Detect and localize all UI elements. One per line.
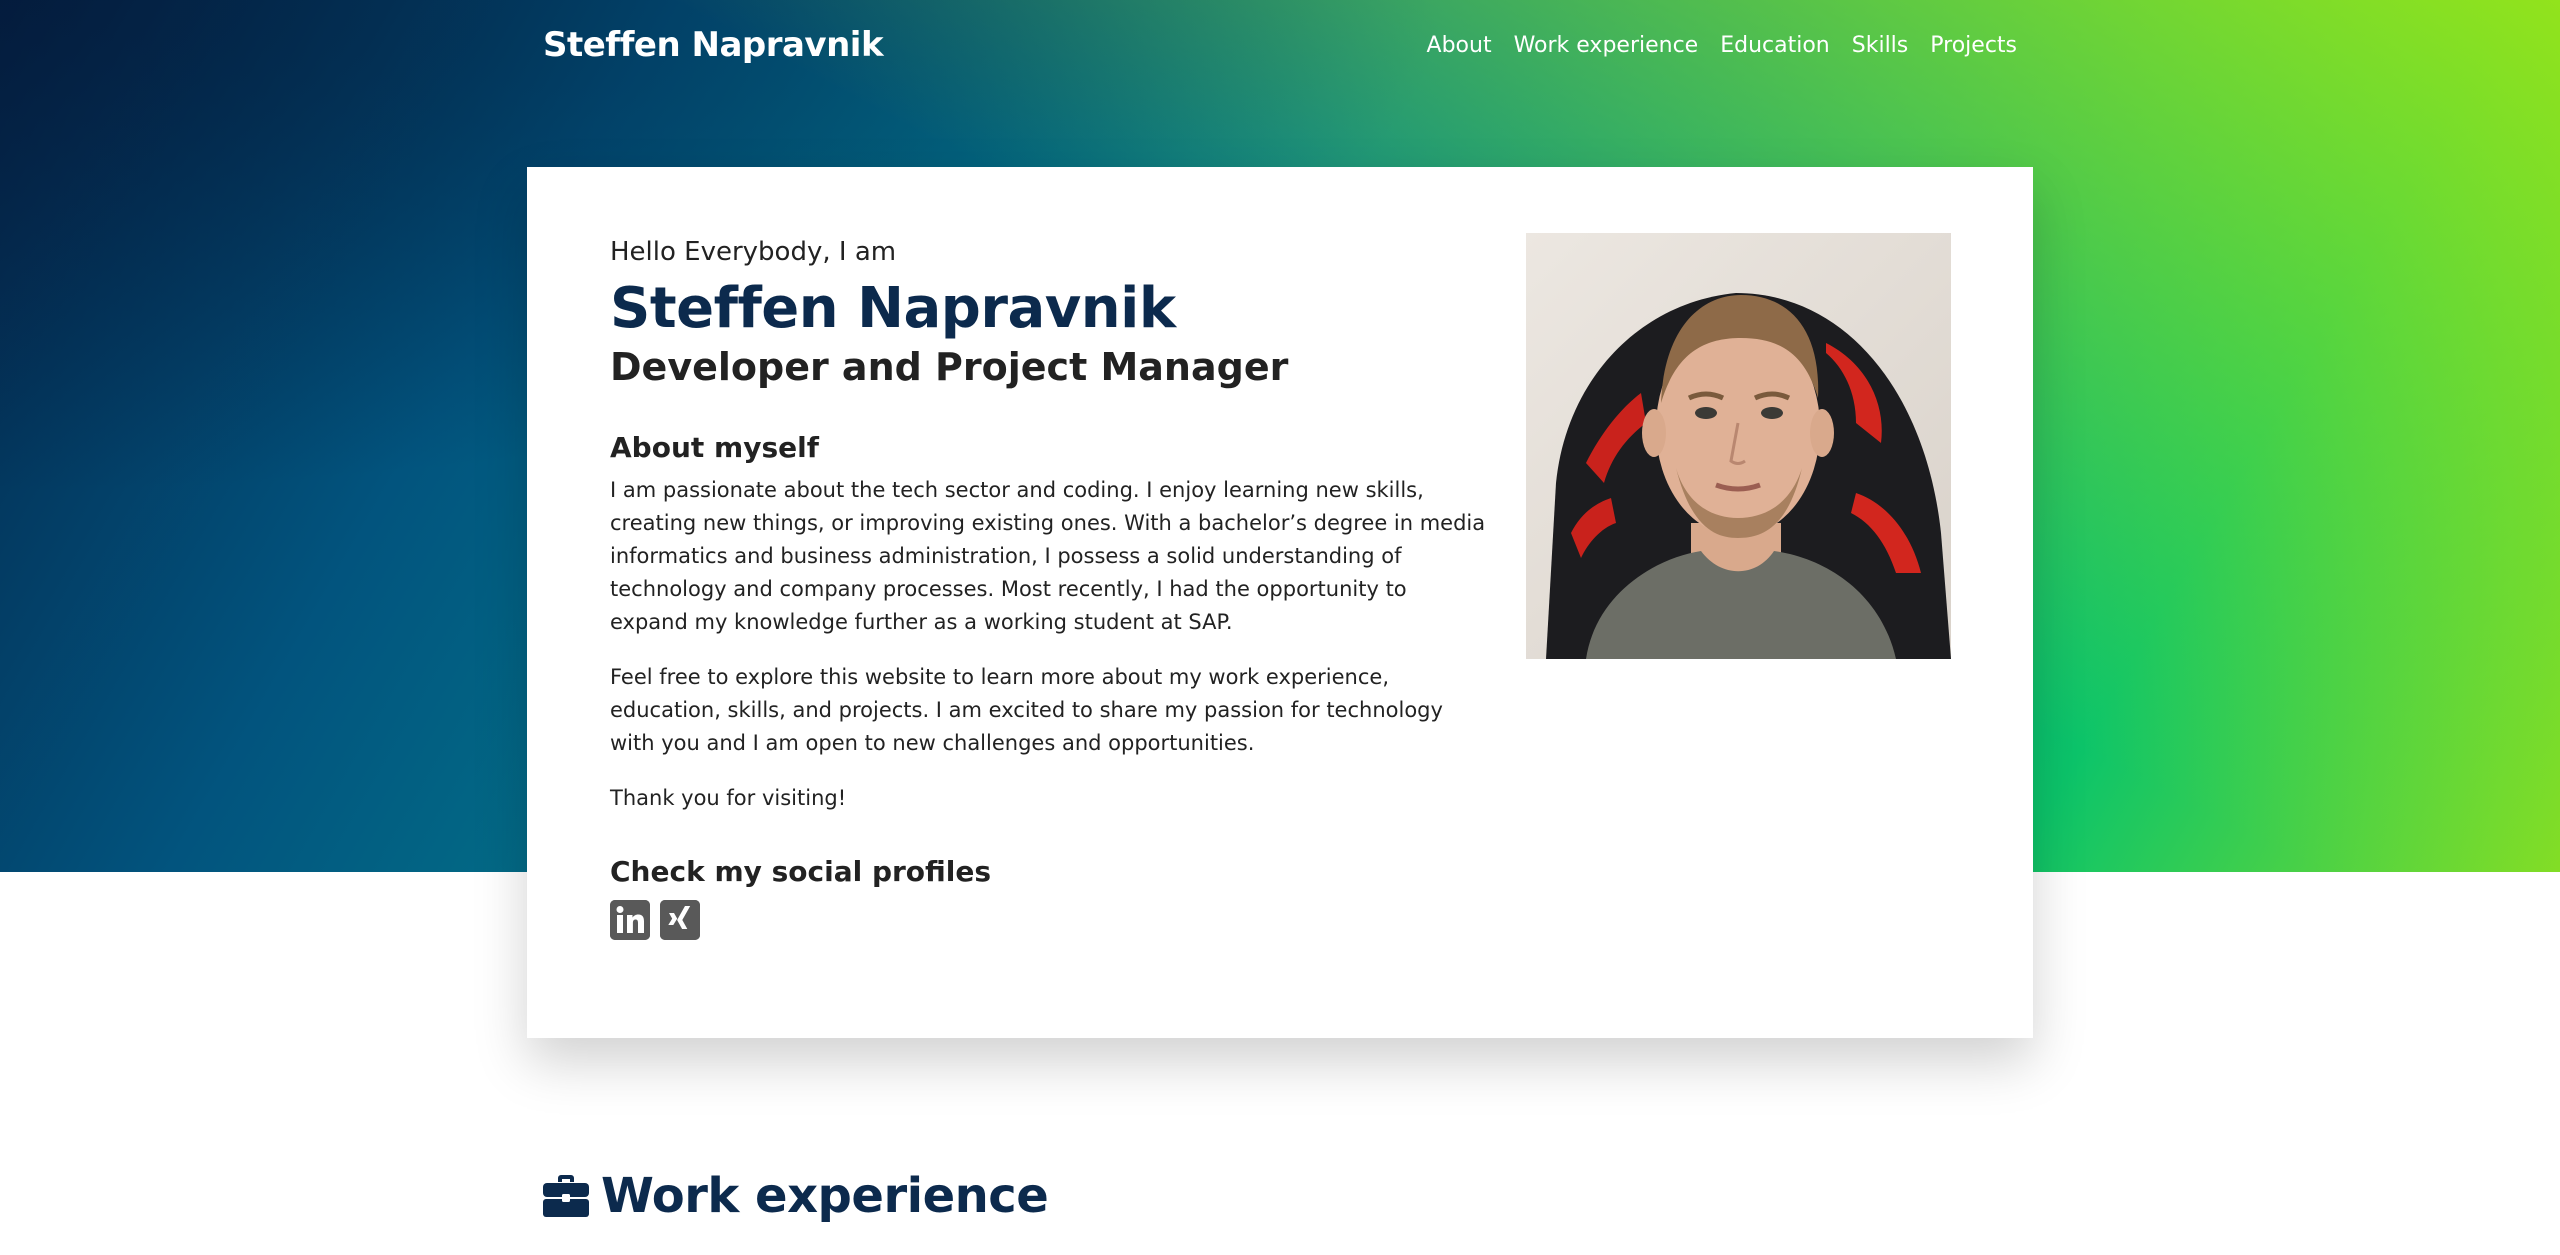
nav-link-skills[interactable]: Skills xyxy=(1841,33,1920,58)
work-experience-heading: Work experience xyxy=(601,1168,1049,1224)
page-title: Steffen Napravnik xyxy=(610,276,1176,341)
about-heading: About myself xyxy=(610,430,819,464)
about-paragraph: I am passionate about the tech sector an… xyxy=(610,477,1486,634)
about-text: Hello Everybody, I am Steffen Napravnik … xyxy=(610,237,1490,940)
linkedin-glyph xyxy=(610,899,650,940)
nav-link-projects[interactable]: Projects xyxy=(1919,33,2017,58)
greeting: Hello Everybody, I am xyxy=(610,237,897,267)
social-heading: Check my social profiles xyxy=(610,854,992,888)
work-experience-section: Work experience xyxy=(543,1168,1049,1224)
job-title: Developer and Project Manager xyxy=(610,345,1289,390)
linkedin-icon[interactable] xyxy=(610,899,650,940)
thanks-text: Thank you for visiting! xyxy=(610,785,847,810)
briefcase-icon xyxy=(543,1175,589,1217)
nav-link-about[interactable]: About xyxy=(1416,33,1503,58)
social-links xyxy=(610,899,1490,940)
about-paragraph: Feel free to explore this website to lea… xyxy=(610,664,1443,755)
about-card: Hello Everybody, I am Steffen Napravnik … xyxy=(527,167,2033,1038)
xing-glyph xyxy=(660,899,700,940)
nav-link-work-experience[interactable]: Work experience xyxy=(1503,33,1710,58)
navbar: Steffen Napravnik About Work experience … xyxy=(543,0,2017,90)
nav-links: About Work experience Education Skills P… xyxy=(1416,33,2017,58)
profile-photo xyxy=(1526,233,1951,659)
portrait-image xyxy=(1526,233,1951,659)
xing-icon[interactable] xyxy=(660,899,700,940)
brand-link[interactable]: Steffen Napravnik xyxy=(543,25,884,65)
nav-link-education[interactable]: Education xyxy=(1709,33,1841,58)
